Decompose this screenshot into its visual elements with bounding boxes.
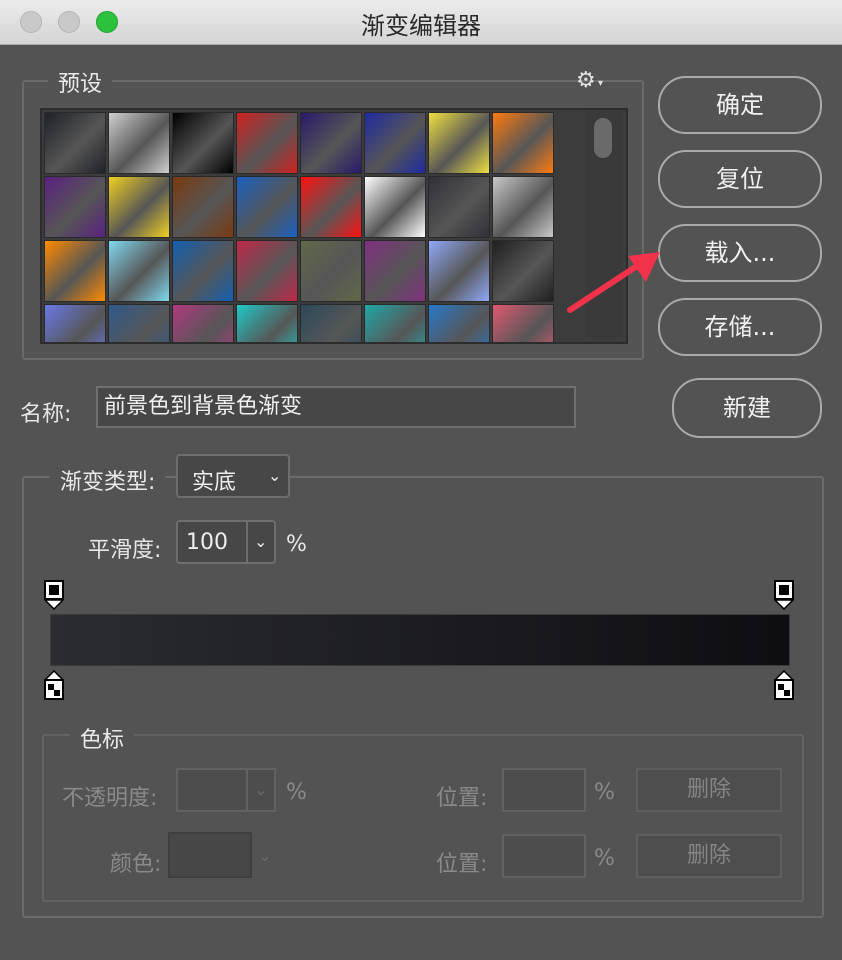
save-button[interactable]: 存储... <box>658 298 822 356</box>
smoothness-label: 平滑度: <box>88 538 162 563</box>
preset-swatch[interactable] <box>428 304 490 342</box>
opacity-divider <box>246 770 248 810</box>
color-swatch-field <box>168 832 252 878</box>
preset-swatch[interactable] <box>300 112 362 174</box>
preset-swatch[interactable] <box>364 304 426 342</box>
color-stop-left[interactable] <box>44 670 64 700</box>
smoothness-field[interactable]: 100 ⌄ <box>176 520 276 564</box>
preset-swatch[interactable] <box>108 240 170 302</box>
color-label: 颜色: <box>110 852 162 877</box>
chevron-down-icon: ⌄ <box>258 846 272 865</box>
preset-swatch[interactable] <box>172 176 234 238</box>
preset-swatch[interactable] <box>364 112 426 174</box>
name-label: 名称: <box>20 402 72 427</box>
preset-swatch[interactable] <box>300 304 362 342</box>
preset-swatch[interactable] <box>44 112 106 174</box>
preset-swatch[interactable] <box>236 176 298 238</box>
preset-swatch[interactable] <box>172 304 234 342</box>
color-stops-legend: 色标 <box>70 722 135 754</box>
color-position-field <box>502 834 586 878</box>
gradient-preview-bar[interactable] <box>50 614 790 666</box>
scrollbar-thumb[interactable] <box>594 118 612 158</box>
opacity-position-unit: % <box>594 780 615 805</box>
annotation-arrow <box>567 252 660 313</box>
delete-color-stop-button[interactable]: 删除 <box>636 834 782 878</box>
preset-swatch[interactable] <box>236 304 298 342</box>
preset-swatch[interactable] <box>236 240 298 302</box>
preset-swatch[interactable] <box>428 112 490 174</box>
preset-swatch[interactable] <box>236 112 298 174</box>
name-input[interactable]: 前景色到背景色渐变 <box>96 386 576 428</box>
gradient-type-value: 实底 <box>192 470 237 495</box>
opacity-stop-left[interactable] <box>44 580 64 610</box>
preset-swatch[interactable] <box>300 176 362 238</box>
opacity-field: ⌄ <box>176 768 276 812</box>
preset-swatch[interactable] <box>364 176 426 238</box>
preset-swatch[interactable] <box>300 240 362 302</box>
chevron-down-icon: ⌄ <box>254 780 268 799</box>
preset-swatch[interactable] <box>108 304 170 342</box>
window-title: 渐变编辑器 <box>361 12 481 40</box>
preset-swatch[interactable] <box>492 304 554 342</box>
preset-swatch[interactable] <box>492 240 554 302</box>
color-position-label: 位置: <box>436 852 488 877</box>
preset-swatch[interactable] <box>108 112 170 174</box>
preset-swatch[interactable] <box>428 176 490 238</box>
delete-opacity-stop-button[interactable]: 删除 <box>636 768 782 812</box>
preset-swatch[interactable] <box>44 240 106 302</box>
ok-button[interactable]: 确定 <box>658 76 822 134</box>
smoothness-divider <box>246 522 248 562</box>
gear-icon[interactable]: ⚙ <box>576 68 596 93</box>
color-position-unit: % <box>594 846 615 871</box>
preset-swatch[interactable] <box>492 112 554 174</box>
preset-swatch[interactable] <box>172 112 234 174</box>
title-bar: 渐变编辑器 <box>0 0 842 45</box>
chevron-down-icon[interactable]: ⌄ <box>254 532 267 551</box>
opacity-stop-right[interactable] <box>774 580 794 610</box>
chevron-down-icon[interactable]: ▾ <box>598 78 603 89</box>
gradient-type-select[interactable]: 实底 ⌄ <box>176 454 290 498</box>
presets-grid[interactable] <box>40 108 628 344</box>
preset-swatch[interactable] <box>108 176 170 238</box>
smoothness-value: 100 <box>186 530 228 555</box>
preset-swatch[interactable] <box>44 304 106 342</box>
chevron-down-icon: ⌄ <box>268 466 282 485</box>
opacity-position-label: 位置: <box>436 786 488 811</box>
preset-swatch[interactable] <box>44 176 106 238</box>
preset-swatch[interactable] <box>492 176 554 238</box>
gradient-type-label: 渐变类型: <box>50 464 166 496</box>
preset-swatch[interactable] <box>172 240 234 302</box>
opacity-label: 不透明度: <box>62 786 158 811</box>
opacity-unit: % <box>286 780 307 805</box>
preset-swatch[interactable] <box>428 240 490 302</box>
presets-legend: 预设 <box>48 66 113 98</box>
preset-swatch[interactable] <box>364 240 426 302</box>
reset-button[interactable]: 复位 <box>658 150 822 208</box>
smoothness-unit: % <box>286 532 307 557</box>
color-stop-right[interactable] <box>774 670 794 700</box>
load-button[interactable]: 载入... <box>658 224 822 282</box>
opacity-position-field <box>502 768 586 812</box>
new-button[interactable]: 新建 <box>672 378 822 438</box>
